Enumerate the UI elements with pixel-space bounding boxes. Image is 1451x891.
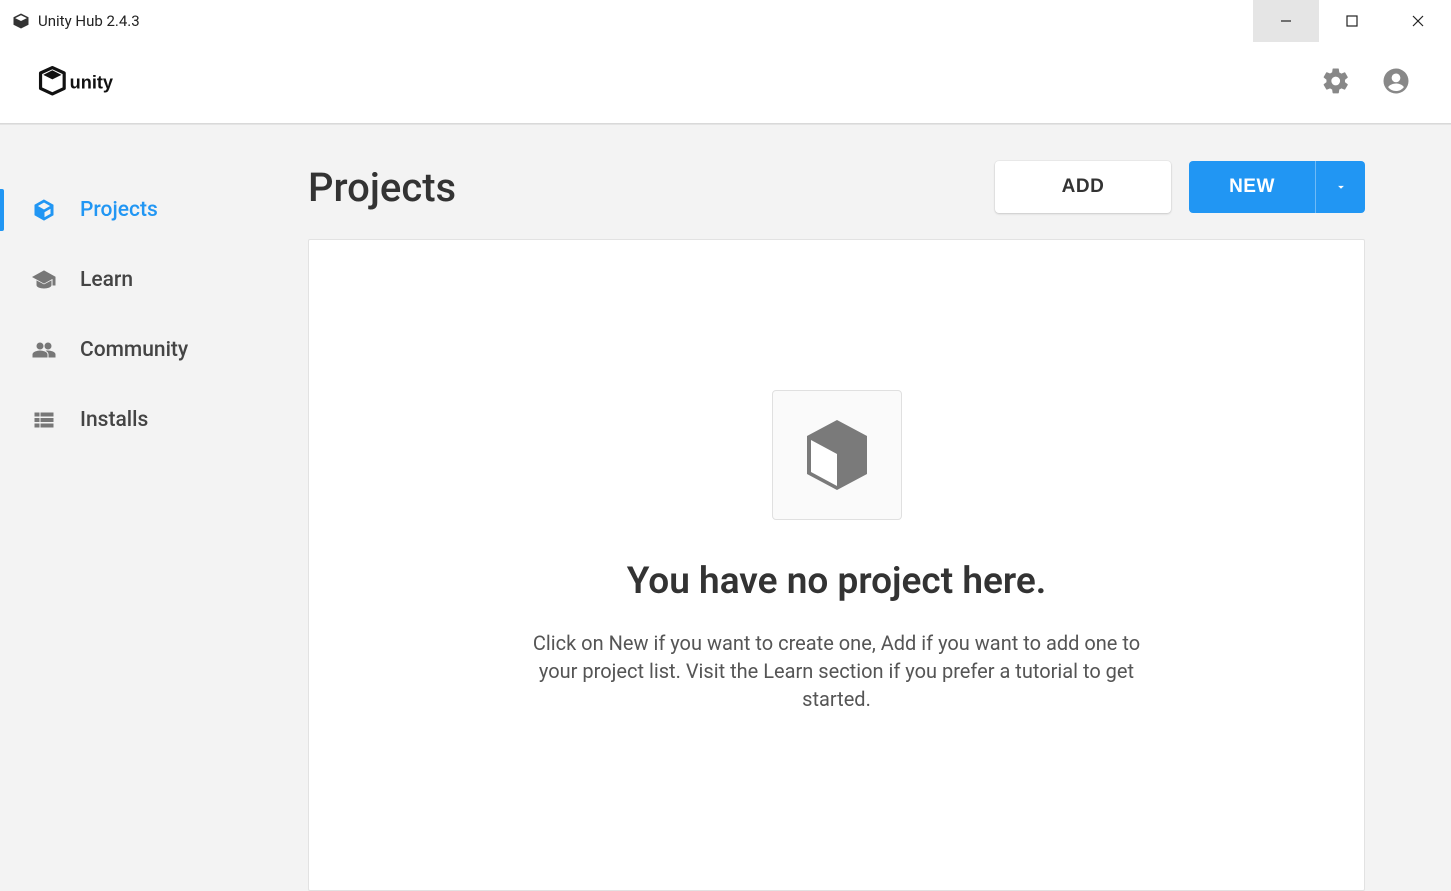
app-icon (12, 12, 30, 30)
close-button[interactable] (1385, 0, 1451, 42)
cube-icon (32, 198, 56, 222)
unity-logo-icon: unity (36, 63, 136, 103)
new-dropdown-button[interactable] (1315, 161, 1365, 213)
page-title: Projects (308, 164, 456, 211)
empty-description: Click on New if you want to create one, … (517, 629, 1157, 713)
sidebar-item-label: Community (80, 338, 188, 362)
sidebar-item-label: Learn (80, 268, 133, 292)
sidebar-item-installs[interactable]: Installs (0, 385, 280, 455)
new-button-group: NEW (1189, 161, 1365, 213)
caret-down-icon (1334, 180, 1348, 194)
gear-icon (1321, 66, 1351, 96)
graduation-cap-icon (32, 268, 56, 292)
main-actions: ADD NEW (995, 161, 1365, 213)
main: Projects ADD NEW You have no proj (280, 125, 1451, 891)
body: Projects Learn Community Installs Projec… (0, 124, 1451, 891)
sidebar-item-label: Installs (80, 408, 148, 432)
people-icon (32, 338, 56, 362)
user-circle-icon (1381, 66, 1411, 96)
list-icon (32, 408, 56, 432)
brand: unity (36, 63, 136, 103)
new-button[interactable]: NEW (1189, 161, 1315, 213)
add-button[interactable]: ADD (995, 161, 1171, 213)
minimize-button[interactable] (1253, 0, 1319, 42)
sidebar-item-projects[interactable]: Projects (0, 175, 280, 245)
maximize-button[interactable] (1319, 0, 1385, 42)
settings-button[interactable] (1321, 66, 1351, 100)
main-header: Projects ADD NEW (308, 155, 1365, 213)
box-icon (801, 416, 873, 494)
header-actions (1321, 66, 1411, 100)
empty-heading: You have no project here. (627, 560, 1047, 603)
header: unity (0, 42, 1451, 124)
svg-text:unity: unity (70, 72, 114, 92)
titlebar: Unity Hub 2.4.3 (0, 0, 1451, 42)
titlebar-left: Unity Hub 2.4.3 (0, 12, 140, 30)
projects-panel: You have no project here. Click on New i… (308, 239, 1365, 891)
empty-state-icon-frame (772, 390, 902, 520)
sidebar-item-label: Projects (80, 198, 158, 222)
sidebar-item-community[interactable]: Community (0, 315, 280, 385)
window-title: Unity Hub 2.4.3 (38, 12, 140, 30)
account-button[interactable] (1381, 66, 1411, 100)
sidebar: Projects Learn Community Installs (0, 125, 280, 891)
window-controls (1253, 0, 1451, 41)
sidebar-item-learn[interactable]: Learn (0, 245, 280, 315)
